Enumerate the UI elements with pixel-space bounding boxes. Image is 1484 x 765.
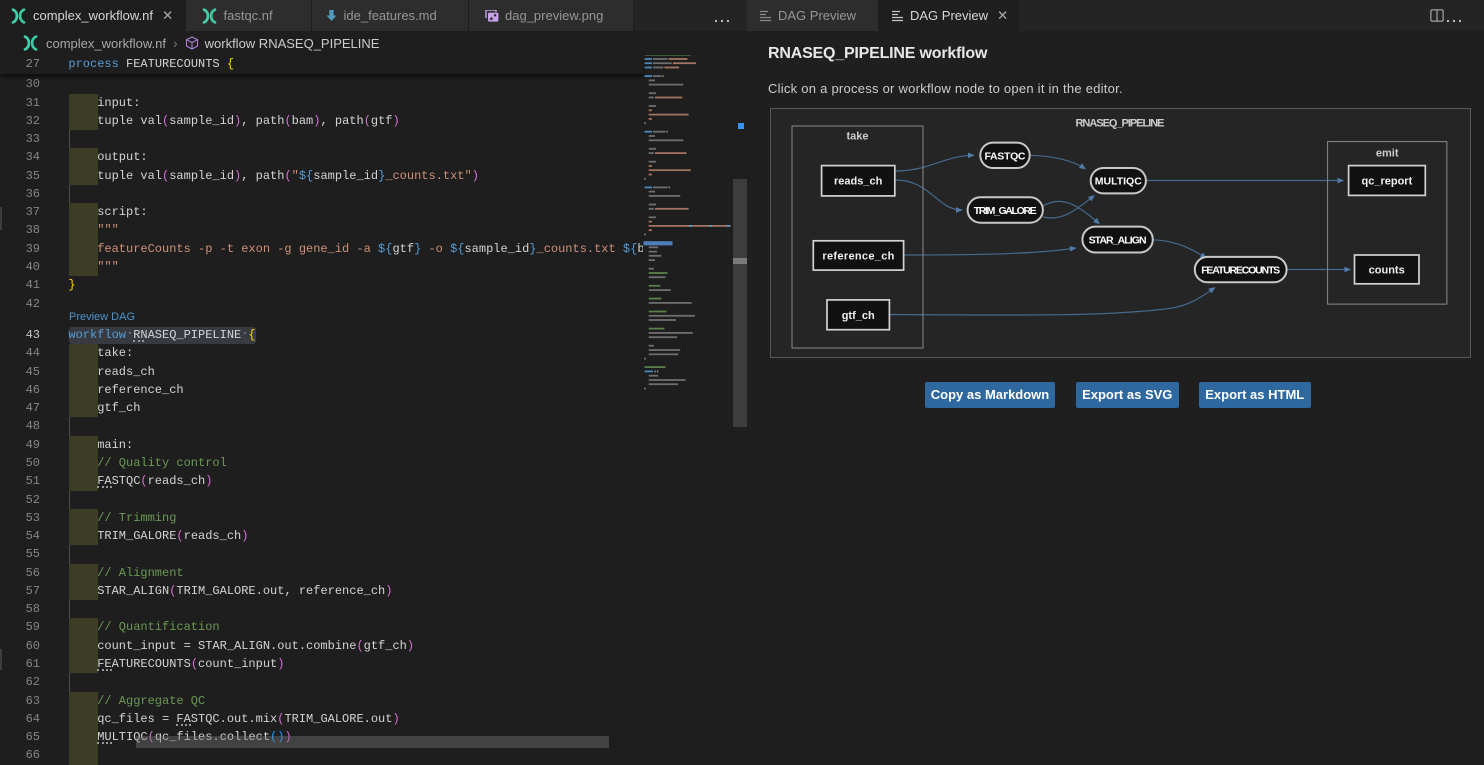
svg-text:gtf_ch: gtf_ch bbox=[842, 310, 875, 322]
svg-text:FASTQC: FASTQC bbox=[985, 150, 1026, 162]
svg-text:counts: counts bbox=[1369, 264, 1405, 276]
svg-text:FEATURECOUNTS: FEATURECOUNTS bbox=[1201, 265, 1280, 277]
svg-text:reads_ch: reads_ch bbox=[834, 176, 883, 188]
svg-text:reference_ch: reference_ch bbox=[822, 250, 894, 262]
svg-text:MULTIQC: MULTIQC bbox=[1095, 176, 1142, 188]
svg-text:STAR_ALIGN: STAR_ALIGN bbox=[1089, 235, 1147, 247]
svg-text:RNASEQ_PIPELINE: RNASEQ_PIPELINE bbox=[1076, 118, 1165, 130]
svg-text:take: take bbox=[846, 131, 868, 143]
svg-text:emit: emit bbox=[1376, 148, 1399, 160]
svg-text:qc_report: qc_report bbox=[1362, 176, 1413, 188]
svg-text:TRIM_GALORE: TRIM_GALORE bbox=[974, 205, 1037, 217]
